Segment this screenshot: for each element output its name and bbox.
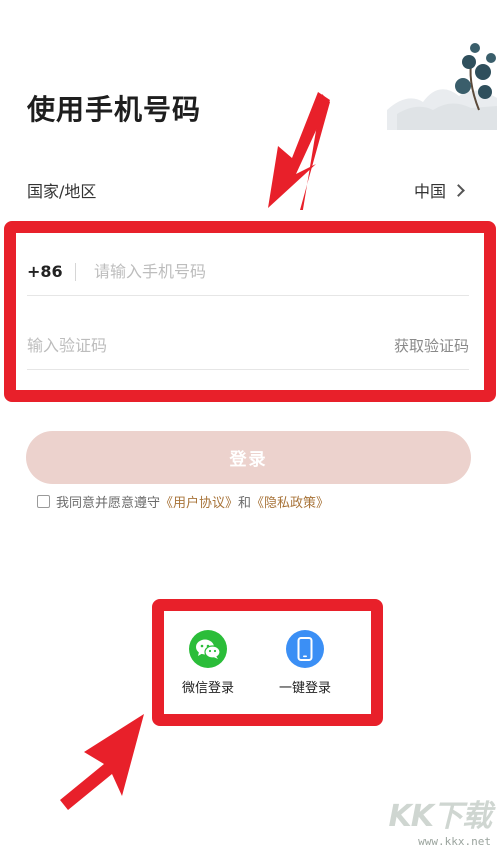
chevron-right-icon [452,183,465,197]
watermark-url: www.kkx.net [418,835,491,848]
agreement-prefix: 我同意并愿意遵守 [56,496,161,511]
region-value-text: 中国 [413,182,446,201]
privacy-policy-link[interactable]: 《隐私政策》 [251,492,329,511]
agreement-row: 我同意并愿意遵守 《用户协议》 和 《隐私政策》 [37,492,329,511]
region-label: 国家/地区 [27,182,97,201]
region-value[interactable]: 中国 [414,178,467,202]
agreement-and: 和 [238,496,252,511]
page-title: 使用手机号码 [27,93,202,126]
watermark: KK下载 www.kkx.net [389,791,492,848]
arrow-up-icon [60,714,144,810]
user-agreement-link[interactable]: 《用户协议》 [160,492,238,511]
highlight-box-social [152,599,383,726]
watermark-logo: KK下载 [388,799,492,834]
arrow-down-icon [268,92,330,210]
agreement-checkbox[interactable] [37,495,50,508]
highlight-box-form [4,221,496,402]
region-selector[interactable]: 国家/地区 中国 [27,176,467,204]
landscape-decoration [387,43,497,130]
login-button[interactable]: 登录 [26,431,471,484]
